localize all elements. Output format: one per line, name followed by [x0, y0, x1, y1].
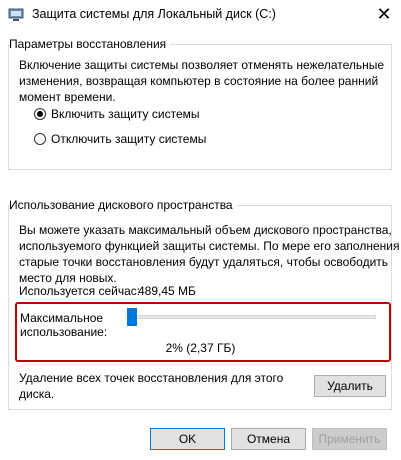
radio-enable-label: Включить защиту системы — [51, 107, 200, 121]
system-protection-icon — [8, 8, 24, 21]
disk-usage-description-1: Вы можете указать максимальный объем дис… — [19, 223, 392, 237]
restore-settings-description-1: Включение защиты системы позволяет отмен… — [19, 58, 385, 72]
radio-disable-protection[interactable]: Отключить защиту системы — [34, 131, 254, 147]
disk-usage-description-2: используемого функцией защиты системы. П… — [19, 239, 400, 253]
max-usage-label-2: использование: — [20, 325, 108, 339]
restore-settings-legend: Параметры восстановления — [9, 37, 171, 51]
current-usage-value: 489,45 МБ — [138, 284, 196, 298]
radio-enable-protection[interactable]: Включить защиту системы — [34, 106, 254, 122]
ok-button[interactable]: OK — [150, 428, 225, 450]
radio-disable-label: Отключить защиту системы — [51, 132, 207, 146]
delete-description-1: Удаление всех точек восстановления для э… — [19, 371, 284, 385]
close-icon: ✕ — [376, 4, 392, 24]
close-button[interactable]: ✕ — [367, 0, 401, 30]
radio-enable-indicator[interactable] — [34, 108, 46, 120]
cancel-button[interactable]: Отмена — [231, 428, 306, 450]
restore-settings-description-3: момент времени. — [19, 90, 116, 104]
disk-usage-description-3: старые точки восстановления будут удалят… — [19, 255, 389, 269]
max-usage-slider-thumb[interactable] — [127, 308, 138, 326]
window-title: Защита системы для Локальный диск (C:) — [32, 7, 276, 21]
max-usage-value: 2% (2,37 ГБ) — [165, 341, 236, 355]
restore-settings-description-2: изменения, возвращая компьютер в состоян… — [19, 74, 379, 88]
current-usage-label: Используется сейчас: — [19, 284, 141, 298]
delete-button[interactable]: Удалить — [314, 375, 386, 397]
apply-button[interactable]: Применить — [312, 428, 387, 450]
title-bar: Защита системы для Локальный диск (C:) ✕ — [0, 0, 401, 30]
max-usage-slider-track[interactable] — [128, 315, 376, 319]
delete-description-2: диска. — [19, 387, 55, 401]
radio-disable-indicator[interactable] — [34, 133, 46, 145]
disk-usage-legend: Использование дискового пространства — [9, 198, 237, 212]
